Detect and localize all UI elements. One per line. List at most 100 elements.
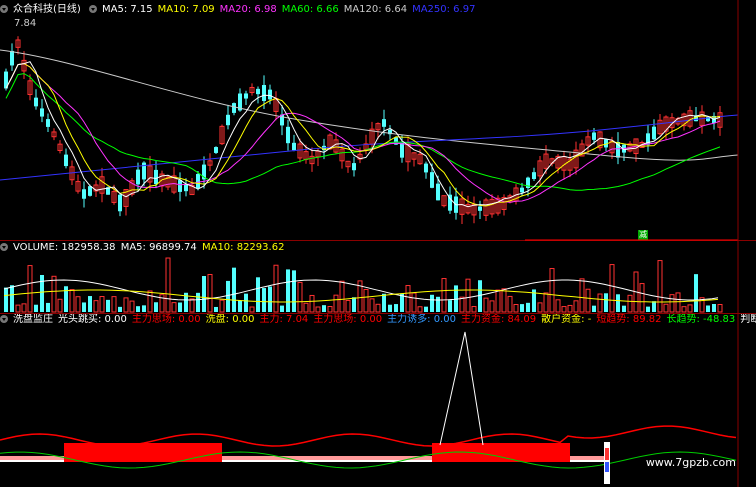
volume-bar [147,290,153,313]
volume-bar [219,299,225,313]
volume-bars [4,257,723,313]
volume-bar [712,303,716,312]
volume-bar [627,294,633,313]
volume-bar [27,265,33,313]
volume-bar [256,277,260,312]
volume-bar [717,303,723,313]
volume-bar [579,278,585,313]
volume-bar [34,304,38,312]
volume-bar [75,296,81,313]
candle [82,189,86,199]
volume-bar [555,299,561,313]
volume-bar [448,300,452,312]
candle [268,89,272,100]
indicator-marker-red [605,448,609,460]
volume-ma10-line [3,289,719,303]
candle [232,103,236,113]
volume-bar [405,285,411,313]
volume-bar [609,264,615,313]
volume-bar [687,304,693,313]
volume-bar [21,303,27,313]
volume-bar [15,304,21,313]
indicator-marker-blue [605,462,609,472]
volume-bar [592,305,596,312]
candle [226,114,230,126]
volume-bar [142,305,146,312]
volume-bar [333,294,339,313]
volume-bar [520,304,524,312]
volume-bar [315,306,321,313]
volume-bar [465,278,471,313]
volume-bar [46,302,50,312]
volume-bar [226,280,230,312]
volume-bar [69,289,75,313]
volume-bar [154,302,158,312]
volume-bar [249,306,255,313]
volume-bar [345,299,351,313]
volume-bar [441,278,447,313]
volume-bar [652,301,656,312]
volume-bar [501,288,507,313]
volume-bar [286,269,290,312]
volume-bar [352,297,356,312]
volume-bar [382,293,386,312]
ma10-line [5,63,721,207]
volume-bar [417,306,423,313]
volume-bar [4,287,8,312]
volume-bar [88,296,92,312]
candle [244,93,248,99]
volume-bar [411,292,417,313]
volume-bar [123,297,129,313]
candle [382,119,386,127]
volume-bar [507,295,513,313]
indicator-block [64,443,222,462]
volume-bar [537,302,543,313]
volume-bar [363,289,369,313]
volume-bar [549,268,555,313]
volume-bar [10,285,14,312]
candle [34,97,38,107]
candle [256,88,260,95]
volume-bar [57,298,63,313]
volume-bar [339,280,345,313]
volume-bar [424,306,428,312]
candle [424,163,428,173]
volume-bar [657,260,663,313]
chart-canvas[interactable] [0,0,756,487]
volume-bar [573,300,579,313]
volume-bar [669,294,675,313]
candle [10,50,14,66]
volume-bar [273,264,279,313]
candle [286,126,290,144]
ma20-line [5,63,721,203]
volume-bar [82,302,86,312]
ma5-line [5,61,721,208]
candle [118,194,122,212]
volume-bar [526,302,530,312]
volume-bar [597,293,603,313]
volume-bar [268,286,272,312]
volume-bar [129,300,135,313]
volume-bar [196,292,200,312]
volume-bar [136,306,140,312]
volume-bar [561,306,567,313]
volume-bar [292,270,296,312]
volume-bar [309,294,315,313]
candle [136,169,140,185]
volume-bar [681,306,687,313]
candle [88,186,92,196]
ma120-line [0,49,739,161]
volume-bar [471,306,477,313]
volume-bar [483,297,489,313]
volume-bar [207,273,213,313]
candle [520,187,524,193]
candle [400,142,404,158]
candle [40,108,44,117]
volume-bar [297,281,303,313]
candle [214,147,218,153]
candle [196,173,200,189]
volume-bar [388,304,392,312]
volume-bar [706,305,710,312]
volume-bar [111,296,117,313]
volume-bar [394,304,398,312]
